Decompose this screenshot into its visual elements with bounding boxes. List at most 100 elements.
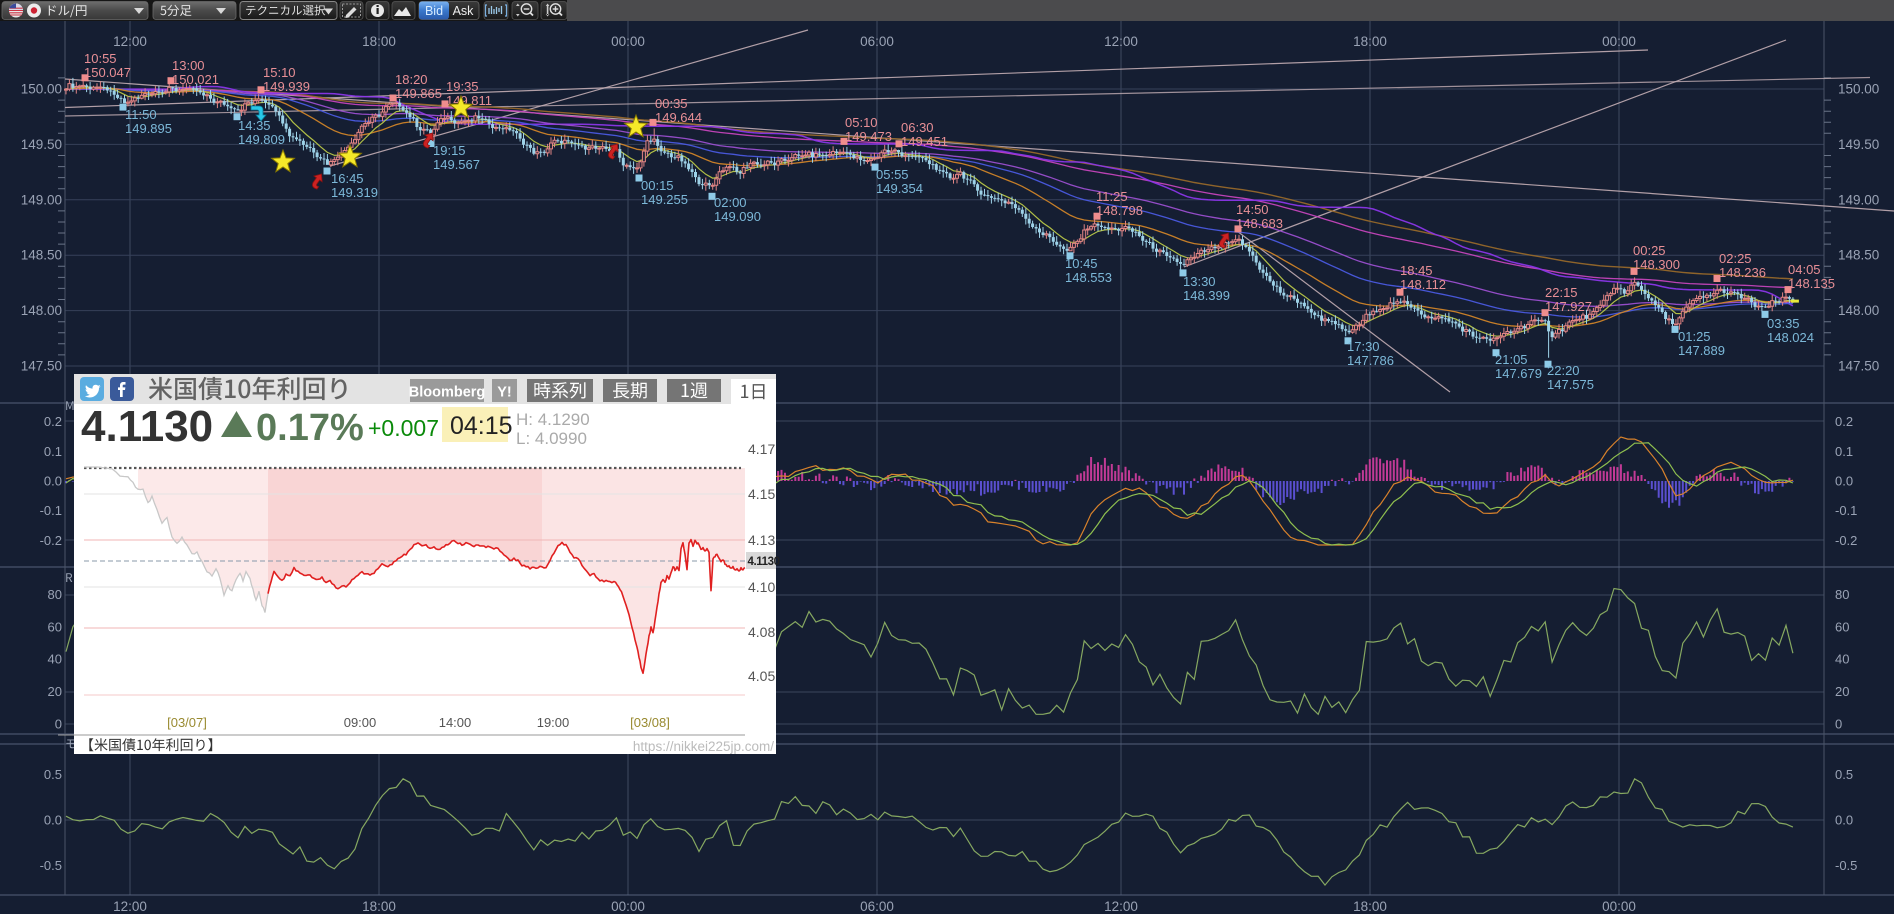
svg-text:148.399: 148.399 bbox=[1183, 288, 1230, 303]
svg-text:https://nikkei225jp.com/: https://nikkei225jp.com/ bbox=[633, 739, 774, 754]
svg-text:-0.1: -0.1 bbox=[1835, 503, 1857, 518]
svg-text:149.809: 149.809 bbox=[238, 132, 285, 147]
svg-text:40: 40 bbox=[1835, 652, 1849, 667]
svg-text:14:50: 14:50 bbox=[1236, 202, 1269, 217]
svg-text:4.08: 4.08 bbox=[748, 624, 775, 640]
svg-text:0: 0 bbox=[1835, 717, 1842, 732]
svg-text:60: 60 bbox=[1835, 619, 1849, 634]
svg-text:149.00: 149.00 bbox=[21, 192, 62, 207]
svg-text:12:00: 12:00 bbox=[113, 899, 147, 914]
svg-text:0.17%: 0.17% bbox=[256, 407, 364, 449]
svg-text:148.50: 148.50 bbox=[21, 248, 62, 263]
svg-text:-0.1: -0.1 bbox=[40, 503, 62, 518]
svg-text:00:15: 00:15 bbox=[641, 178, 674, 193]
svg-text:17:30: 17:30 bbox=[1347, 339, 1380, 354]
svg-text:4.10: 4.10 bbox=[748, 579, 775, 595]
svg-text:20: 20 bbox=[48, 684, 62, 699]
svg-text:149.644: 149.644 bbox=[655, 110, 702, 125]
svg-text:Ask: Ask bbox=[453, 4, 475, 18]
svg-text:18:00: 18:00 bbox=[1353, 34, 1387, 49]
svg-text:22:15: 22:15 bbox=[1545, 285, 1578, 300]
svg-text:148.112: 148.112 bbox=[1400, 277, 1446, 292]
svg-text:149.50: 149.50 bbox=[21, 137, 62, 152]
svg-text:4.13: 4.13 bbox=[748, 532, 775, 548]
svg-text:147.50: 147.50 bbox=[1838, 359, 1879, 374]
svg-text:40: 40 bbox=[48, 652, 62, 667]
svg-text:19:15: 19:15 bbox=[433, 143, 466, 158]
svg-text:01:25: 01:25 bbox=[1678, 329, 1711, 344]
svg-text:12:00: 12:00 bbox=[113, 34, 147, 49]
svg-text:147.927: 147.927 bbox=[1545, 299, 1592, 314]
svg-text:20: 20 bbox=[1835, 684, 1849, 699]
svg-text:149.354: 149.354 bbox=[876, 181, 923, 196]
svg-text:04:15: 04:15 bbox=[450, 412, 513, 440]
svg-text:00:25: 00:25 bbox=[1633, 243, 1666, 258]
svg-text:06:00: 06:00 bbox=[860, 34, 894, 49]
svg-text:150.00: 150.00 bbox=[21, 82, 62, 97]
svg-text:148.798: 148.798 bbox=[1096, 203, 1143, 218]
svg-text:H: 4.1290: H: 4.1290 bbox=[516, 410, 590, 429]
svg-text:4.05: 4.05 bbox=[748, 668, 775, 684]
svg-text:148.553: 148.553 bbox=[1065, 270, 1112, 285]
svg-text:11:50: 11:50 bbox=[125, 107, 157, 122]
svg-text:13:30: 13:30 bbox=[1183, 274, 1216, 289]
svg-text:09:00: 09:00 bbox=[344, 715, 377, 730]
svg-text:147.889: 147.889 bbox=[1678, 343, 1725, 358]
svg-text:14:35: 14:35 bbox=[238, 118, 271, 133]
svg-text:149.473: 149.473 bbox=[845, 129, 892, 144]
svg-text:-0.5: -0.5 bbox=[40, 858, 62, 873]
svg-text:149.50: 149.50 bbox=[1838, 137, 1879, 152]
svg-text:06:30: 06:30 bbox=[901, 120, 934, 135]
svg-text:0.1: 0.1 bbox=[1835, 444, 1853, 459]
svg-text:149.451: 149.451 bbox=[901, 134, 948, 149]
svg-text:[03/07]: [03/07] bbox=[167, 715, 207, 730]
svg-text:-0.5: -0.5 bbox=[1835, 858, 1857, 873]
svg-text:0.0: 0.0 bbox=[1835, 813, 1853, 828]
svg-text:Bloomberg: Bloomberg bbox=[409, 385, 486, 401]
svg-text:0.0: 0.0 bbox=[44, 474, 62, 489]
svg-text:149.865: 149.865 bbox=[395, 86, 442, 101]
svg-text:148.00: 148.00 bbox=[1838, 303, 1879, 318]
svg-text:00:35: 00:35 bbox=[655, 96, 688, 111]
svg-text:149.567: 149.567 bbox=[433, 157, 480, 172]
svg-text:0.5: 0.5 bbox=[1835, 767, 1853, 782]
svg-text:148.236: 148.236 bbox=[1719, 265, 1766, 280]
svg-text:18:00: 18:00 bbox=[362, 899, 396, 914]
svg-text:147.786: 147.786 bbox=[1347, 353, 1394, 368]
svg-text:0.2: 0.2 bbox=[1835, 414, 1853, 429]
svg-text:149.895: 149.895 bbox=[125, 121, 172, 136]
svg-text:00:00: 00:00 bbox=[1602, 899, 1636, 914]
svg-text:04:05: 04:05 bbox=[1788, 262, 1821, 277]
svg-text:149.939: 149.939 bbox=[263, 79, 310, 94]
svg-text:0: 0 bbox=[55, 717, 62, 732]
svg-text:4.1130: 4.1130 bbox=[81, 402, 213, 451]
svg-text:148.50: 148.50 bbox=[1838, 248, 1879, 263]
svg-text:12:00: 12:00 bbox=[1104, 34, 1138, 49]
svg-text:-0.2: -0.2 bbox=[40, 533, 62, 548]
svg-text:03:35: 03:35 bbox=[1767, 316, 1800, 331]
svg-text:147.50: 147.50 bbox=[21, 359, 62, 374]
svg-text:19:00: 19:00 bbox=[537, 715, 570, 730]
svg-text:16:45: 16:45 bbox=[331, 171, 364, 186]
svg-text:10:45: 10:45 bbox=[1065, 256, 1098, 271]
svg-text:19:35: 19:35 bbox=[446, 79, 479, 94]
svg-text:Bid: Bid bbox=[425, 4, 443, 18]
svg-text:12:00: 12:00 bbox=[1104, 899, 1138, 914]
svg-text:00:00: 00:00 bbox=[1602, 34, 1636, 49]
svg-text:02:25: 02:25 bbox=[1719, 251, 1752, 266]
svg-text:4.15: 4.15 bbox=[748, 486, 775, 502]
svg-text:[03/08]: [03/08] bbox=[630, 715, 670, 730]
svg-text:13:00: 13:00 bbox=[172, 58, 205, 73]
svg-text:149.255: 149.255 bbox=[641, 192, 688, 207]
svg-text:80: 80 bbox=[1835, 587, 1849, 602]
svg-text:147.575: 147.575 bbox=[1547, 377, 1594, 392]
svg-text:02:00: 02:00 bbox=[714, 195, 747, 210]
svg-text:05:10: 05:10 bbox=[845, 115, 878, 130]
svg-text:10:55: 10:55 bbox=[84, 51, 117, 66]
svg-text:150.021: 150.021 bbox=[172, 72, 219, 87]
svg-text:Y!: Y! bbox=[497, 385, 512, 401]
svg-text:0.5: 0.5 bbox=[44, 767, 62, 782]
svg-text:18:00: 18:00 bbox=[362, 34, 396, 49]
svg-text:148.683: 148.683 bbox=[1236, 216, 1283, 231]
svg-text:05:55: 05:55 bbox=[876, 167, 909, 182]
